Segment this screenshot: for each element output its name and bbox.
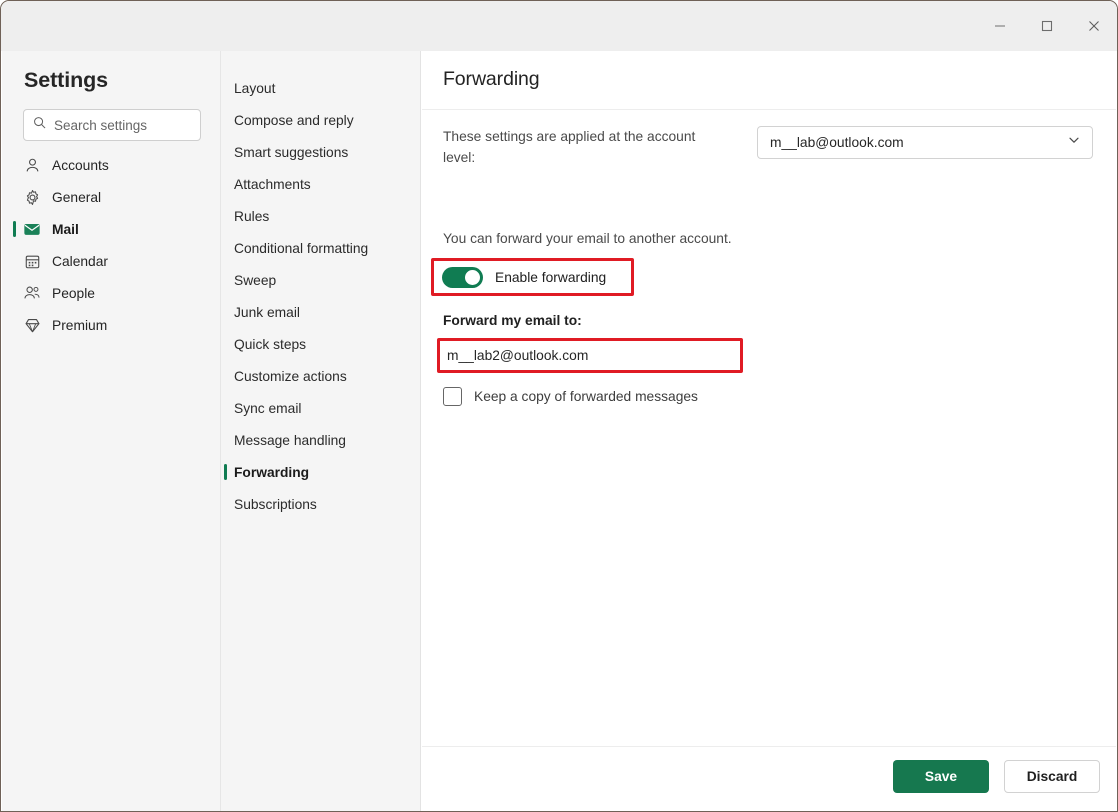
search-input[interactable]: Search settings [23, 109, 201, 141]
subnav-item-rules[interactable]: Rules [221, 200, 420, 232]
subnav-item-forwarding[interactable]: Forwarding [221, 456, 420, 488]
subnav-item-label: Sync email [234, 400, 302, 416]
subnav-item-label: Customize actions [234, 368, 347, 384]
settings-window: Settings Search settings Accounts Genera… [0, 0, 1118, 812]
subnav-item-label: Sweep [234, 272, 277, 288]
search-placeholder: Search settings [54, 117, 148, 133]
calendar-icon [23, 252, 41, 270]
sidebar-item-label: Accounts [52, 157, 109, 173]
subnav-item-layout[interactable]: Layout [221, 72, 420, 104]
people-icon [23, 284, 41, 302]
search-icon [33, 116, 46, 134]
forwarding-form: These settings are applied at the accoun… [422, 110, 1116, 746]
forwarding-description: You can forward your email to another ac… [443, 231, 732, 246]
subnav-item-attachments[interactable]: Attachments [221, 168, 420, 200]
settings-sidebar: Settings Search settings Accounts Genera… [2, 51, 221, 811]
forward-to-input[interactable] [443, 344, 737, 367]
discard-button[interactable]: Discard [1004, 760, 1100, 793]
subnav-item-label: Conditional formatting [234, 240, 369, 256]
account-dropdown-value: m__lab@outlook.com [770, 135, 904, 150]
account-row: These settings are applied at the accoun… [443, 126, 1093, 168]
subnav-item-subscriptions[interactable]: Subscriptions [221, 488, 420, 520]
subnav-item-sync-email[interactable]: Sync email [221, 392, 420, 424]
window-controls [976, 1, 1117, 51]
account-dropdown[interactable]: m__lab@outlook.com [757, 126, 1093, 159]
subnav-item-junk-email[interactable]: Junk email [221, 296, 420, 328]
page-title: Settings [24, 68, 109, 92]
sidebar-item-label: People [52, 285, 95, 301]
subnav-item-label: Layout [234, 80, 276, 96]
sidebar-item-accounts[interactable]: Accounts [2, 149, 220, 181]
subnav-item-message-handling[interactable]: Message handling [221, 424, 420, 456]
gear-icon [23, 188, 41, 206]
account-level-label: These settings are applied at the accoun… [443, 129, 696, 165]
action-footer: Save Discard [422, 746, 1116, 810]
subnav-item-quick-steps[interactable]: Quick steps [221, 328, 420, 360]
sidebar-nav-list: Accounts General Mail Calendar People Pr… [2, 149, 220, 341]
subnav-item-conditional-formatting[interactable]: Conditional formatting [221, 232, 420, 264]
toggle-knob [465, 270, 480, 285]
sidebar-item-general[interactable]: General [2, 181, 220, 213]
subnav-item-label: Rules [234, 208, 270, 224]
sidebar-item-premium[interactable]: Premium [2, 309, 220, 341]
enable-forwarding-toggle[interactable] [442, 267, 483, 288]
subnav-item-label: Junk email [234, 304, 300, 320]
enable-forwarding-row[interactable]: Enable forwarding [442, 267, 606, 288]
subnav-item-label: Forwarding [234, 464, 310, 480]
minimize-button[interactable] [976, 1, 1023, 51]
chevron-down-icon [1067, 133, 1081, 152]
subnav-item-label: Quick steps [234, 336, 307, 352]
subnav-item-label: Message handling [234, 432, 346, 448]
sidebar-item-label: Mail [52, 221, 79, 237]
subnav-item-label: Attachments [234, 176, 311, 192]
subnav-item-label: Smart suggestions [234, 144, 349, 160]
sidebar-item-people[interactable]: People [2, 277, 220, 309]
save-button[interactable]: Save [893, 760, 989, 793]
close-button[interactable] [1070, 1, 1117, 51]
sidebar-item-label: General [52, 189, 102, 205]
sidebar-item-label: Calendar [52, 253, 108, 269]
subnav-item-label: Subscriptions [234, 496, 317, 512]
keep-copy-row[interactable]: Keep a copy of forwarded messages [443, 387, 698, 406]
subnav-item-customize-actions[interactable]: Customize actions [221, 360, 420, 392]
sidebar-item-label: Premium [52, 317, 108, 333]
content-title: Forwarding [443, 68, 540, 90]
enable-forwarding-label: Enable forwarding [495, 270, 607, 285]
forward-to-label: Forward my email to: [443, 313, 582, 328]
title-bar [1, 1, 1117, 51]
mail-icon [23, 220, 41, 238]
maximize-button[interactable] [1023, 1, 1070, 51]
sidebar-item-calendar[interactable]: Calendar [2, 245, 220, 277]
person-icon [23, 156, 41, 174]
subnav-item-compose-and-reply[interactable]: Compose and reply [221, 104, 420, 136]
keep-copy-checkbox[interactable] [443, 387, 462, 406]
diamond-icon [23, 316, 41, 334]
subnav-item-sweep[interactable]: Sweep [221, 264, 420, 296]
sidebar-item-mail[interactable]: Mail [2, 213, 220, 245]
subnav-item-label: Compose and reply [234, 112, 354, 128]
mail-subnav: Layout Compose and reply Smart suggestio… [221, 51, 421, 811]
keep-copy-label: Keep a copy of forwarded messages [474, 389, 698, 404]
content-pane: Forwarding These settings are applied at… [422, 51, 1116, 810]
subnav-item-smart-suggestions[interactable]: Smart suggestions [221, 136, 420, 168]
